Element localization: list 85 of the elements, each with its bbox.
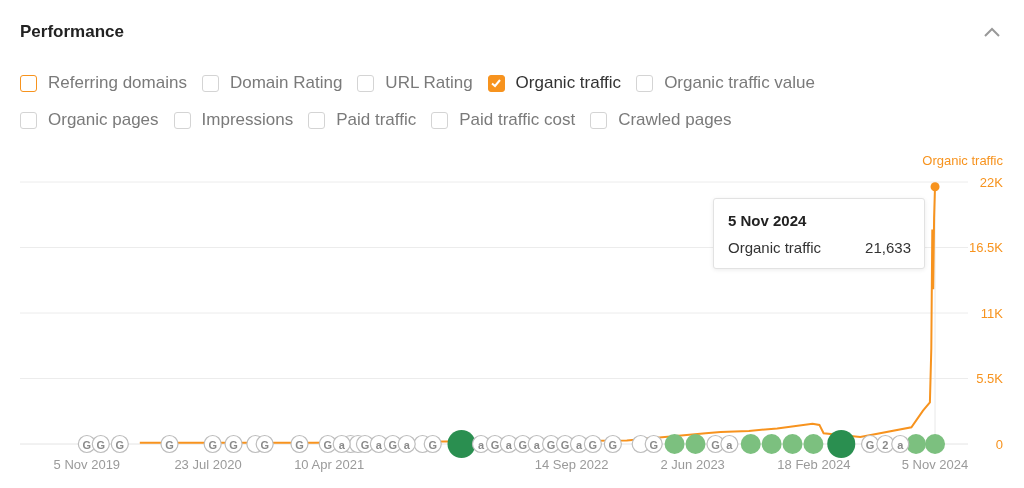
update-marker[interactable]: G <box>160 434 179 454</box>
checkbox[interactable] <box>590 111 608 129</box>
annotation: G <box>588 438 598 451</box>
annotation: G <box>115 438 125 451</box>
annotation: G <box>560 438 570 451</box>
x-axis-label: 18 Feb 2024 <box>777 457 851 472</box>
annotation: G <box>711 438 720 451</box>
y-axis-label: 16.5K <box>969 240 1003 255</box>
annotation: a <box>338 438 346 451</box>
annotation: G <box>518 438 528 451</box>
annotation: G <box>260 438 269 451</box>
update-marker[interactable]: a <box>397 434 416 454</box>
annotation: G <box>546 438 556 451</box>
metric-checkbox[interactable]: Paid traffic cost <box>431 110 576 130</box>
annotation: G <box>490 438 500 451</box>
update-marker[interactable]: G <box>224 434 243 454</box>
x-axis-label: 14 Sep 2022 <box>534 457 609 472</box>
metric-checkbox[interactable]: Crawled pages <box>590 110 732 130</box>
checkbox[interactable] <box>487 74 505 92</box>
tooltip-value: 21,633 <box>865 239 911 256</box>
update-marker[interactable]: G <box>583 434 602 454</box>
collapse-icon[interactable] <box>984 27 1000 37</box>
update-marker[interactable]: G <box>255 434 274 454</box>
checkbox[interactable] <box>20 111 37 129</box>
x-axis-label: 5 Nov 2019 <box>53 457 121 472</box>
metric-checkbox[interactable]: Impressions <box>173 110 294 130</box>
annotation: a <box>375 438 383 451</box>
tooltip-date: 5 Nov 2024 <box>728 212 808 229</box>
update-marker[interactable]: G <box>603 434 622 454</box>
checkbox[interactable] <box>308 111 326 129</box>
annotation: a <box>575 438 583 451</box>
x-axis-label: 5 Nov 2024 <box>901 457 969 472</box>
y-axis-label: 11K <box>980 305 1003 321</box>
y-axis-label: 22K <box>979 174 1003 190</box>
metric-checkbox[interactable]: Domain Rating <box>201 73 343 93</box>
annotation: G <box>649 438 658 451</box>
annotation: G <box>388 438 398 451</box>
update-marker[interactable]: G <box>644 434 663 454</box>
metric-checkbox[interactable]: Organic pages <box>20 110 159 130</box>
metric-checkbox[interactable]: URL Rating <box>357 73 473 93</box>
annotation: G <box>865 438 875 451</box>
annotation: a <box>533 438 541 451</box>
metric-checkbox[interactable]: Organic traffic value <box>636 73 815 93</box>
annotation: G <box>165 438 174 451</box>
annotation: G <box>360 438 370 451</box>
update-marker[interactable]: a <box>720 434 739 454</box>
update-marker[interactable]: a <box>891 434 910 454</box>
annotation: G <box>323 438 333 451</box>
annotation: a <box>505 438 513 451</box>
y-axis-label: 5.5K <box>976 371 1003 386</box>
annotation: a <box>477 438 485 451</box>
annotation: a <box>897 438 905 451</box>
x-axis-label: 10 Apr 2021 <box>294 457 365 472</box>
annotation: G <box>428 438 437 451</box>
metric-checkbox[interactable]: Paid traffic <box>308 110 417 130</box>
annotation: G <box>295 438 304 451</box>
update-marker[interactable]: a <box>332 434 351 454</box>
x-axis-label: 2 Jun 2023 <box>660 457 725 472</box>
annotation: 2 <box>882 438 889 451</box>
annotation: G <box>229 438 238 451</box>
metric-checkbox[interactable]: Referring domains <box>20 73 187 93</box>
update-marker[interactable]: G <box>203 434 222 454</box>
update-marker[interactable]: G <box>91 434 110 454</box>
checkbox[interactable] <box>173 111 191 129</box>
checkbox[interactable] <box>357 74 375 92</box>
annotation: a <box>403 438 411 451</box>
update-marker[interactable]: G <box>423 434 442 454</box>
metric-checkbox[interactable]: Organic traffic <box>487 73 622 93</box>
checkbox[interactable] <box>20 74 37 92</box>
x-axis-label: 23 Jul 2020 <box>174 457 242 472</box>
annotation: G <box>208 438 217 451</box>
annotation: G <box>608 438 618 451</box>
series-label: Organic traffic <box>922 153 1003 168</box>
annotation: a <box>726 438 734 451</box>
tooltip-label: Organic traffic <box>728 239 822 256</box>
checkbox[interactable] <box>431 111 449 129</box>
update-marker[interactable]: G <box>110 434 129 454</box>
annotation: G <box>82 438 92 451</box>
checkbox[interactable] <box>201 74 219 92</box>
update-marker[interactable]: G <box>290 434 309 454</box>
annotation: G <box>96 438 106 451</box>
y-axis-label: 0 <box>995 436 1003 452</box>
data-point <box>930 182 940 192</box>
checkbox[interactable] <box>636 74 654 92</box>
panel-title: Performance <box>20 22 124 42</box>
